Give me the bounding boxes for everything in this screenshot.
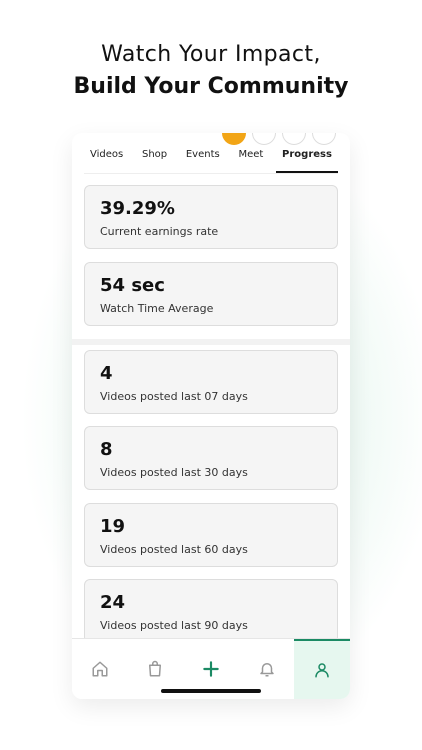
avatar[interactable] xyxy=(312,133,336,145)
stat-label: Videos posted last 07 days xyxy=(100,390,248,403)
tab-events[interactable]: Events xyxy=(180,145,226,173)
app-screen: Videos Shop Events Meet Progress 39.29% … xyxy=(72,133,350,699)
bell-icon xyxy=(259,663,274,677)
tab-videos[interactable]: Videos xyxy=(84,145,129,173)
stat-value: 39.29% xyxy=(100,198,175,219)
stat-value: 19 xyxy=(100,516,126,537)
stat-value: 24 xyxy=(100,592,126,613)
stat-value: 54 sec xyxy=(100,275,165,296)
stat-value: 8 xyxy=(100,439,113,460)
stat-card-videos-7: 4 Videos posted last 07 days xyxy=(84,350,338,414)
tab-meet[interactable]: Meet xyxy=(232,145,269,173)
home-icon xyxy=(92,661,108,677)
avatar[interactable] xyxy=(252,133,276,145)
nav-profile[interactable] xyxy=(294,639,350,699)
user-icon xyxy=(315,663,329,678)
stat-card-watch-time: 54 sec Watch Time Average xyxy=(84,262,338,326)
avatar[interactable] xyxy=(282,133,306,145)
avatar[interactable] xyxy=(222,133,246,145)
nav-home[interactable] xyxy=(72,639,128,699)
section-divider xyxy=(72,339,350,345)
stat-value: 4 xyxy=(100,363,113,384)
tab-bar: Videos Shop Events Meet Progress xyxy=(84,145,338,174)
stat-label: Videos posted last 90 days xyxy=(100,619,248,632)
plus-icon xyxy=(203,661,219,677)
stat-label: Videos posted last 30 days xyxy=(100,466,248,479)
stat-card-videos-60: 19 Videos posted last 60 days xyxy=(84,503,338,567)
stat-label: Videos posted last 60 days xyxy=(100,543,248,556)
stat-card-videos-30: 8 Videos posted last 30 days xyxy=(84,426,338,490)
home-indicator xyxy=(161,689,261,693)
stat-label: Watch Time Average xyxy=(100,302,214,315)
stat-label: Current earnings rate xyxy=(100,225,219,238)
promo-subheadline: Build Your Community xyxy=(73,74,349,99)
promo-headline: Watch Your Impact, xyxy=(101,42,321,67)
tab-shop[interactable]: Shop xyxy=(136,145,173,173)
tab-progress[interactable]: Progress xyxy=(276,145,338,173)
top-avatars xyxy=(222,133,336,145)
stat-card-earnings: 39.29% Current earnings rate xyxy=(84,185,338,249)
stat-card-videos-90: 24 Videos posted last 90 days xyxy=(84,579,338,643)
bag-icon xyxy=(149,660,162,677)
